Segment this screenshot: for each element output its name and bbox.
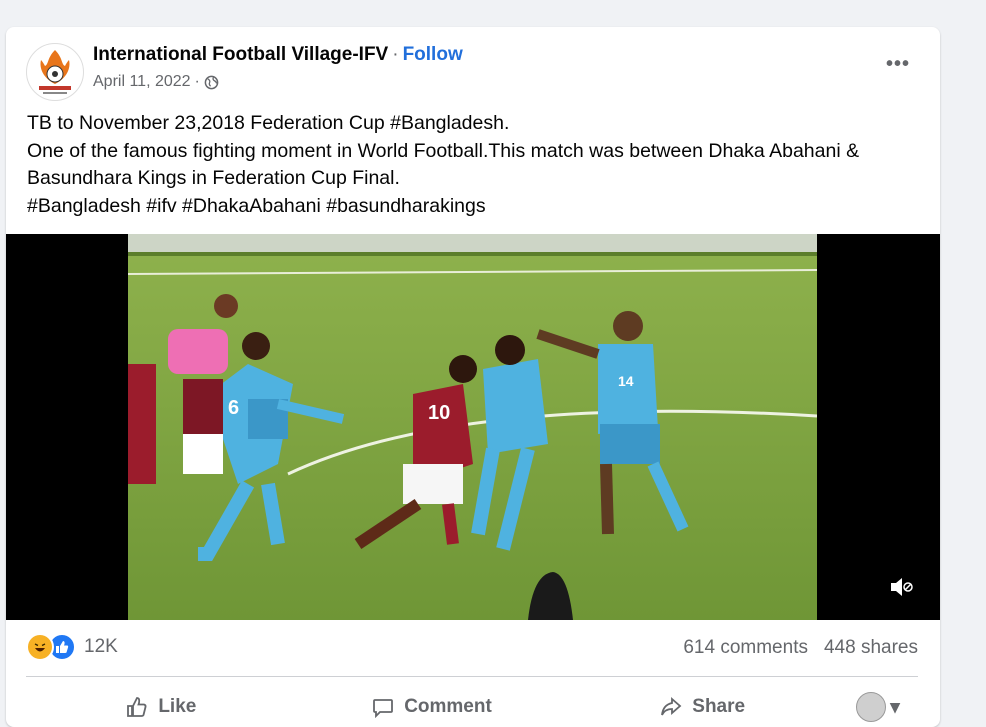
jersey-number-14: 14	[618, 373, 634, 389]
thumbs-up-icon	[127, 697, 147, 717]
globe-icon	[204, 75, 219, 89]
comment-icon	[373, 699, 394, 718]
comment-button[interactable]: Comment	[297, 696, 568, 718]
post-actions: Like Comment Share ▾	[26, 687, 918, 727]
more-options-button[interactable]: •••	[886, 53, 910, 76]
reaction-profile-selector[interactable]: ▾	[838, 692, 918, 722]
haha-icon	[26, 633, 54, 661]
jersey-number-6: 6	[228, 397, 239, 419]
share-label: Share	[692, 696, 746, 717]
chevron-down-icon: ▾	[890, 696, 900, 718]
comment-label: Comment	[404, 696, 492, 717]
meta-separator: ·	[194, 73, 200, 90]
speaker-muted-icon[interactable]	[888, 574, 914, 600]
comments-count[interactable]: 614 comments	[683, 637, 808, 659]
reaction-count: 12K	[84, 636, 118, 657]
share-button[interactable]: Share	[567, 696, 838, 718]
engagement-counts: 614 comments 448 shares	[683, 637, 918, 659]
reactions-summary[interactable]: 12K	[26, 633, 118, 661]
share-icon	[661, 697, 682, 716]
jersey-number-10: 10	[428, 402, 450, 424]
video-frame: 14 10 6	[128, 234, 817, 620]
page-logo	[39, 50, 71, 94]
shares-count[interactable]: 448 shares	[824, 637, 918, 659]
like-label: Like	[158, 696, 197, 717]
page-name-link[interactable]: International Football Village-IFV	[93, 44, 388, 65]
page-avatar[interactable]	[26, 43, 84, 101]
post-text: TB to November 23,2018 Federation Cup #B…	[27, 112, 860, 217]
page-name-row: International Football Village-IFV · Follo…	[93, 44, 463, 66]
post-card: International Football Village-IFV · Follo…	[6, 27, 940, 727]
like-button[interactable]: Like	[26, 696, 297, 718]
action-divider	[26, 676, 918, 677]
profile-avatar	[856, 692, 887, 722]
follow-button[interactable]: Follow	[403, 44, 463, 65]
name-separator: ·	[392, 44, 399, 65]
post-meta: April 11, 2022 ·	[93, 73, 219, 91]
post-date[interactable]: April 11, 2022	[93, 73, 191, 91]
video-player[interactable]: 14 10 6	[6, 234, 940, 620]
